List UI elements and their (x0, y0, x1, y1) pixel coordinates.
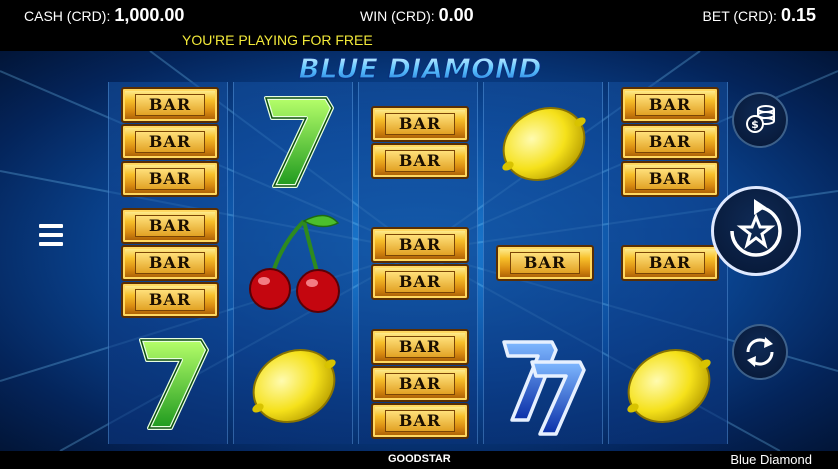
lemon-symbol (234, 324, 354, 449)
reel-cell: BAR BAR BAR (109, 203, 229, 323)
reel-cell (609, 324, 729, 444)
bar-symbol: BAR (621, 161, 719, 197)
top-status-bar: CASH (CRD): 1,000.00 WIN (CRD): 0.00 BET (… (0, 0, 838, 30)
coin-stack-icon: $ (746, 105, 775, 133)
svg-text:$: $ (751, 118, 759, 131)
reel-cell: BAR (484, 203, 604, 323)
reel-cell (109, 324, 229, 444)
lemon-symbol (609, 324, 729, 449)
bar-symbol: BAR (371, 226, 469, 263)
logo-text: BLUE DIAMOND (299, 52, 542, 85)
reel-cell: BAR BAR BAR (609, 82, 729, 202)
menu-button[interactable] (30, 214, 72, 256)
bar-symbol-label: BAR (385, 233, 455, 256)
bar-symbol-label: BAR (135, 215, 205, 237)
bar-symbol: BAR (371, 329, 469, 365)
brand-label: GOODSTAR (388, 453, 451, 465)
green-seven-symbol (234, 82, 354, 207)
bar-symbol-label: BAR (385, 373, 455, 395)
bar-symbol: BAR (121, 208, 219, 244)
reel-2 (233, 82, 353, 444)
bar-symbol: BAR (621, 87, 719, 123)
free-play-message: YOU'RE PLAYING FOR FREE (182, 32, 373, 48)
bet-value: 0.15 (780, 5, 816, 25)
reel-3: BAR BAR BAR BAR BAR BAR BAR (358, 82, 478, 444)
cash-label: CASH (CRD): (24, 8, 111, 24)
bar-symbol: BAR (496, 245, 594, 281)
bar-symbol: BAR (371, 142, 469, 179)
bar-symbol: BAR (371, 105, 469, 142)
bar-symbol-label: BAR (385, 410, 455, 432)
bar-symbol: BAR (621, 124, 719, 160)
lemon-symbol (484, 82, 604, 207)
bar-symbol: BAR (121, 87, 219, 123)
bar-symbol-label: BAR (135, 131, 205, 153)
spin-button[interactable] (711, 186, 801, 276)
bar-symbol-label: BAR (635, 94, 705, 116)
reel-cell (234, 324, 354, 444)
bar-symbol-label: BAR (135, 168, 205, 190)
bar-symbol: BAR (121, 124, 219, 160)
reel-cell (234, 82, 354, 202)
reel-cell (484, 324, 604, 444)
reel-4: BAR (483, 82, 603, 444)
hamburger-menu-icon (39, 224, 63, 246)
reel-cell: BAR BAR (359, 82, 479, 202)
game-name-label: Blue Diamond (730, 452, 812, 467)
bar-symbol: BAR (371, 263, 469, 300)
green-seven-symbol (109, 324, 229, 449)
reel-cell (484, 82, 604, 202)
footer-bar: GOODSTAR Blue Diamond (0, 451, 838, 469)
bar-symbol-label: BAR (135, 289, 205, 311)
bar-symbol: BAR (371, 403, 469, 439)
reel-cell: BAR BAR BAR (109, 82, 229, 202)
bar-symbol: BAR (371, 366, 469, 402)
refresh-arrows-icon (746, 337, 774, 367)
reel-cell: BAR BAR BAR (359, 324, 479, 444)
free-play-banner: YOU'RE PLAYING FOR FREE (0, 30, 838, 51)
bar-symbol: BAR (621, 245, 719, 281)
bet-label: BET (CRD): (702, 8, 777, 24)
win-display: WIN (CRD): 0.00 (360, 5, 474, 26)
reel-cell (234, 203, 354, 323)
logo-graphic: BLUE DIAMOND (298, 51, 542, 85)
bar-symbol-label: BAR (385, 270, 455, 293)
bar-symbol-label: BAR (135, 94, 205, 116)
star-spin-icon (730, 199, 782, 257)
bar-symbol: BAR (121, 161, 219, 197)
bet-settings-button[interactable]: $ (732, 92, 788, 148)
bar-symbol: BAR (121, 282, 219, 318)
bar-symbol-label: BAR (135, 252, 205, 274)
bar-symbol: BAR (121, 245, 219, 281)
bet-display: BET (CRD): 0.15 (703, 5, 816, 26)
blue-double-seven-symbol (484, 324, 604, 449)
cherries-symbol (234, 203, 354, 328)
reel-set[interactable]: BAR BAR BAR BAR BAR BAR BAR BAR BAR BAR BAR BAR BAR… (108, 82, 728, 444)
win-value: 0.00 (438, 5, 474, 25)
bar-symbol-label: BAR (385, 336, 455, 358)
reel-cell: BAR BAR (359, 203, 479, 323)
bar-symbol-label: BAR (635, 168, 705, 190)
reel-1: BAR BAR BAR BAR BAR BAR (108, 82, 228, 444)
bar-symbol-label: BAR (385, 149, 455, 172)
win-label: WIN (CRD): (360, 8, 435, 24)
cash-value: 1,000.00 (114, 5, 185, 25)
bar-symbol-label: BAR (510, 252, 580, 274)
bar-symbol-label: BAR (635, 252, 705, 274)
cash-display: CASH (CRD): 1,000.00 (24, 5, 184, 26)
game-logo: BLUE DIAMOND (250, 51, 590, 86)
autoplay-button[interactable] (732, 324, 788, 380)
bar-symbol-label: BAR (635, 131, 705, 153)
reel-5: BAR BAR BAR BAR (608, 82, 728, 444)
bar-symbol-label: BAR (385, 112, 455, 135)
